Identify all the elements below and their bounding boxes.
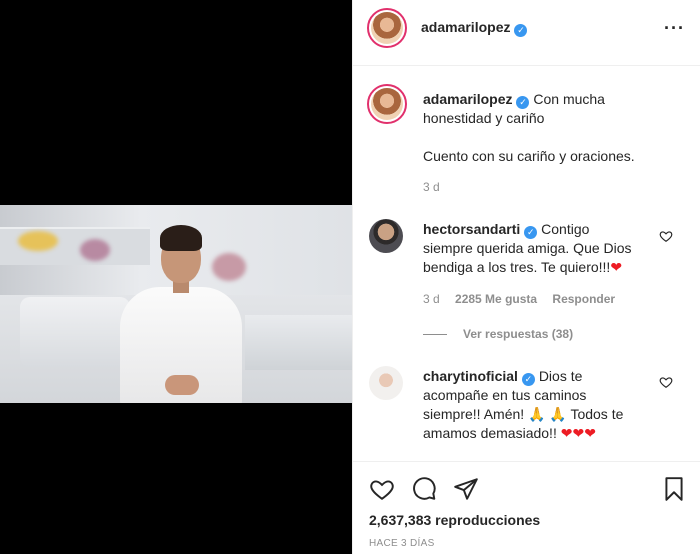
more-icon[interactable]: ··· — [664, 18, 685, 39]
caption-avatar[interactable] — [367, 84, 407, 124]
caption-time: 3 d — [423, 180, 440, 194]
video-flowers — [18, 231, 58, 251]
avatar-image — [371, 12, 403, 44]
comment-line-1: Contigo — [541, 221, 590, 237]
comment-line-3: siempre!! Amén! — [423, 406, 525, 422]
share-icon[interactable] — [453, 476, 479, 502]
verified-icon: ✓ — [514, 24, 528, 37]
author-username-text[interactable]: adamarilopez — [421, 19, 510, 35]
post-actions: 2,637,383 reproducciones HACE 3 DÍAS — [353, 461, 700, 554]
comment-avatar[interactable] — [369, 366, 403, 400]
reply-button[interactable]: Responder — [552, 292, 615, 306]
view-count[interactable]: 2,637,383 reproducciones — [369, 512, 540, 528]
replies-divider — [423, 334, 447, 336]
caption-line-3: Cuento con su cariño y oraciones. — [423, 148, 635, 164]
heart-emoji: ❤ — [584, 425, 596, 441]
video-flowers — [80, 239, 110, 261]
comment-icon[interactable] — [411, 476, 437, 502]
caption-line-1: Con mucha — [533, 91, 605, 107]
video-sofa — [20, 297, 130, 367]
bookmark-icon[interactable] — [661, 476, 687, 502]
comment-line-2: acompañe en tus caminos — [423, 387, 587, 403]
avatar-image — [371, 88, 403, 120]
view-replies-label[interactable]: Ver respuestas (38) — [463, 327, 573, 341]
like-comment-icon[interactable] — [659, 375, 673, 389]
comment-username[interactable]: charytinoficial — [423, 368, 518, 384]
caption-username[interactable]: adamarilopez — [423, 91, 512, 107]
like-comment-icon[interactable] — [659, 229, 673, 243]
video-table — [245, 315, 352, 370]
comment-text: hectorsandarti ✓ Contigo siempre querida … — [423, 220, 668, 277]
post-timestamp: HACE 3 DÍAS — [369, 538, 435, 549]
view-replies[interactable]: Ver respuestas (38) — [423, 327, 573, 341]
comment-line-1: Dios te — [538, 368, 583, 384]
like-icon[interactable] — [369, 476, 395, 502]
pray-emoji: 🙏 — [528, 406, 546, 422]
post-header: adamarilopez ✓ ··· — [353, 0, 700, 66]
comment-line-5: amamos demasiado!! — [423, 425, 557, 441]
author-avatar[interactable] — [367, 8, 407, 48]
media-panel — [0, 0, 352, 554]
comment-time: 3 d — [423, 292, 440, 306]
caption-line-2: honestidad y cariño — [423, 110, 545, 126]
author-username[interactable]: adamarilopez ✓ — [421, 19, 528, 37]
post-details-panel: adamarilopez ✓ ··· adamarilopez ✓ Con much… — [352, 0, 700, 554]
comment-likes[interactable]: 2285 Me gusta — [455, 292, 537, 306]
heart-emoji: ❤ — [572, 425, 585, 441]
video-person-hands — [165, 375, 199, 395]
heart-emoji: ❤ — [560, 425, 573, 441]
video-person-hair — [160, 225, 202, 251]
comment-line-4: Todos te — [570, 406, 624, 422]
comment-line-3: bendiga a los tres. Te quiero!!! — [423, 259, 611, 275]
video-player[interactable] — [0, 205, 352, 403]
comment-line-2: siempre querida amiga. Que Dios — [423, 240, 632, 256]
verified-icon: ✓ — [521, 373, 535, 386]
comment-username[interactable]: hectorsandarti — [423, 221, 520, 237]
pray-emoji: 🙏 — [549, 406, 567, 422]
video-flowers — [212, 253, 246, 281]
caption-text: adamarilopez ✓ Con mucha honestidad y car… — [423, 90, 683, 166]
comment-avatar[interactable] — [369, 219, 403, 253]
comment-text: charytinoficial ✓ Dios te acompañe en tus… — [423, 367, 668, 443]
heart-emoji: ❤ — [610, 259, 623, 275]
verified-icon: ✓ — [516, 96, 530, 109]
verified-icon: ✓ — [524, 226, 538, 239]
comment-meta: 3 d 2285 Me gusta Responder — [423, 292, 615, 306]
